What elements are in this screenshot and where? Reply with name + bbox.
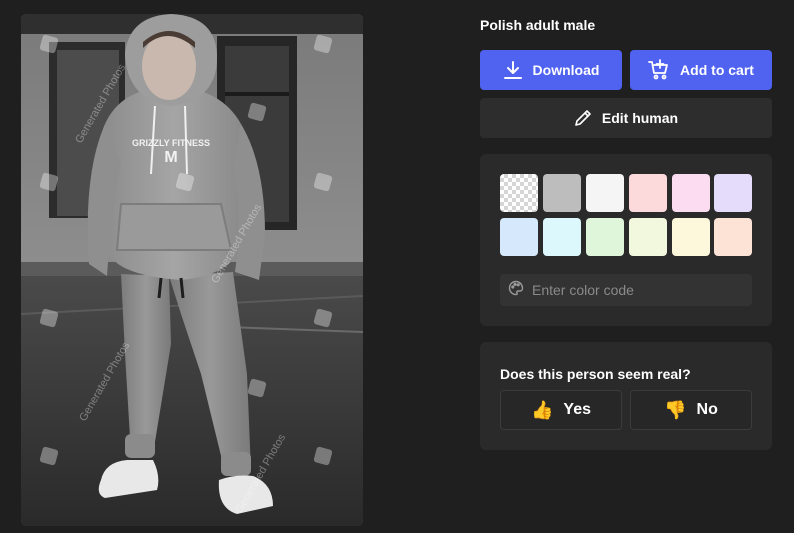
page-title: Polish adult male bbox=[480, 17, 596, 33]
thumbs-down-icon: 👎 bbox=[664, 400, 687, 420]
no-button[interactable]: 👎 No bbox=[630, 390, 752, 430]
swatch[interactable] bbox=[714, 174, 752, 212]
shirt-logo-text: GRIZZLY FITNESS bbox=[132, 138, 210, 148]
feedback-question: Does this person seem real? bbox=[500, 366, 691, 382]
download-label: Download bbox=[532, 62, 600, 78]
swatch[interactable] bbox=[672, 218, 710, 256]
yes-label: Yes bbox=[563, 401, 591, 418]
swatch[interactable] bbox=[543, 174, 581, 212]
swatch[interactable] bbox=[543, 218, 581, 256]
thumbs-up-icon: 👍 bbox=[530, 400, 554, 420]
swatch[interactable] bbox=[500, 218, 538, 256]
color-code-field[interactable] bbox=[500, 274, 752, 306]
swatch[interactable] bbox=[629, 218, 667, 256]
yes-button[interactable]: 👍 Yes bbox=[500, 390, 622, 430]
palette-icon bbox=[508, 280, 524, 301]
pencil-icon bbox=[574, 109, 592, 127]
swatch[interactable] bbox=[672, 174, 710, 212]
no-label: No bbox=[696, 401, 718, 418]
swatch-transparent[interactable] bbox=[500, 174, 538, 212]
generated-photo[interactable]: GRIZZLY FITNESS M Generated Photos Gener… bbox=[21, 14, 363, 526]
add-to-cart-icon bbox=[648, 59, 670, 81]
svg-text:M: M bbox=[164, 149, 177, 166]
add-to-cart-label: Add to cart bbox=[680, 62, 754, 78]
background-color-panel bbox=[480, 154, 772, 326]
swatch[interactable] bbox=[586, 174, 624, 212]
add-to-cart-button[interactable]: Add to cart bbox=[630, 50, 772, 90]
download-button[interactable]: Download bbox=[480, 50, 622, 90]
swatch[interactable] bbox=[714, 218, 752, 256]
realism-feedback-panel: Does this person seem real? 👍 Yes 👎 No bbox=[480, 342, 772, 450]
swatch[interactable] bbox=[629, 174, 667, 212]
download-icon bbox=[503, 60, 523, 80]
photo-illustration: GRIZZLY FITNESS M Generated Photos Gener… bbox=[21, 14, 363, 526]
edit-human-label: Edit human bbox=[601, 110, 679, 126]
color-code-input[interactable] bbox=[532, 282, 742, 298]
swatch[interactable] bbox=[586, 218, 624, 256]
edit-human-button[interactable]: Edit human bbox=[480, 98, 772, 138]
